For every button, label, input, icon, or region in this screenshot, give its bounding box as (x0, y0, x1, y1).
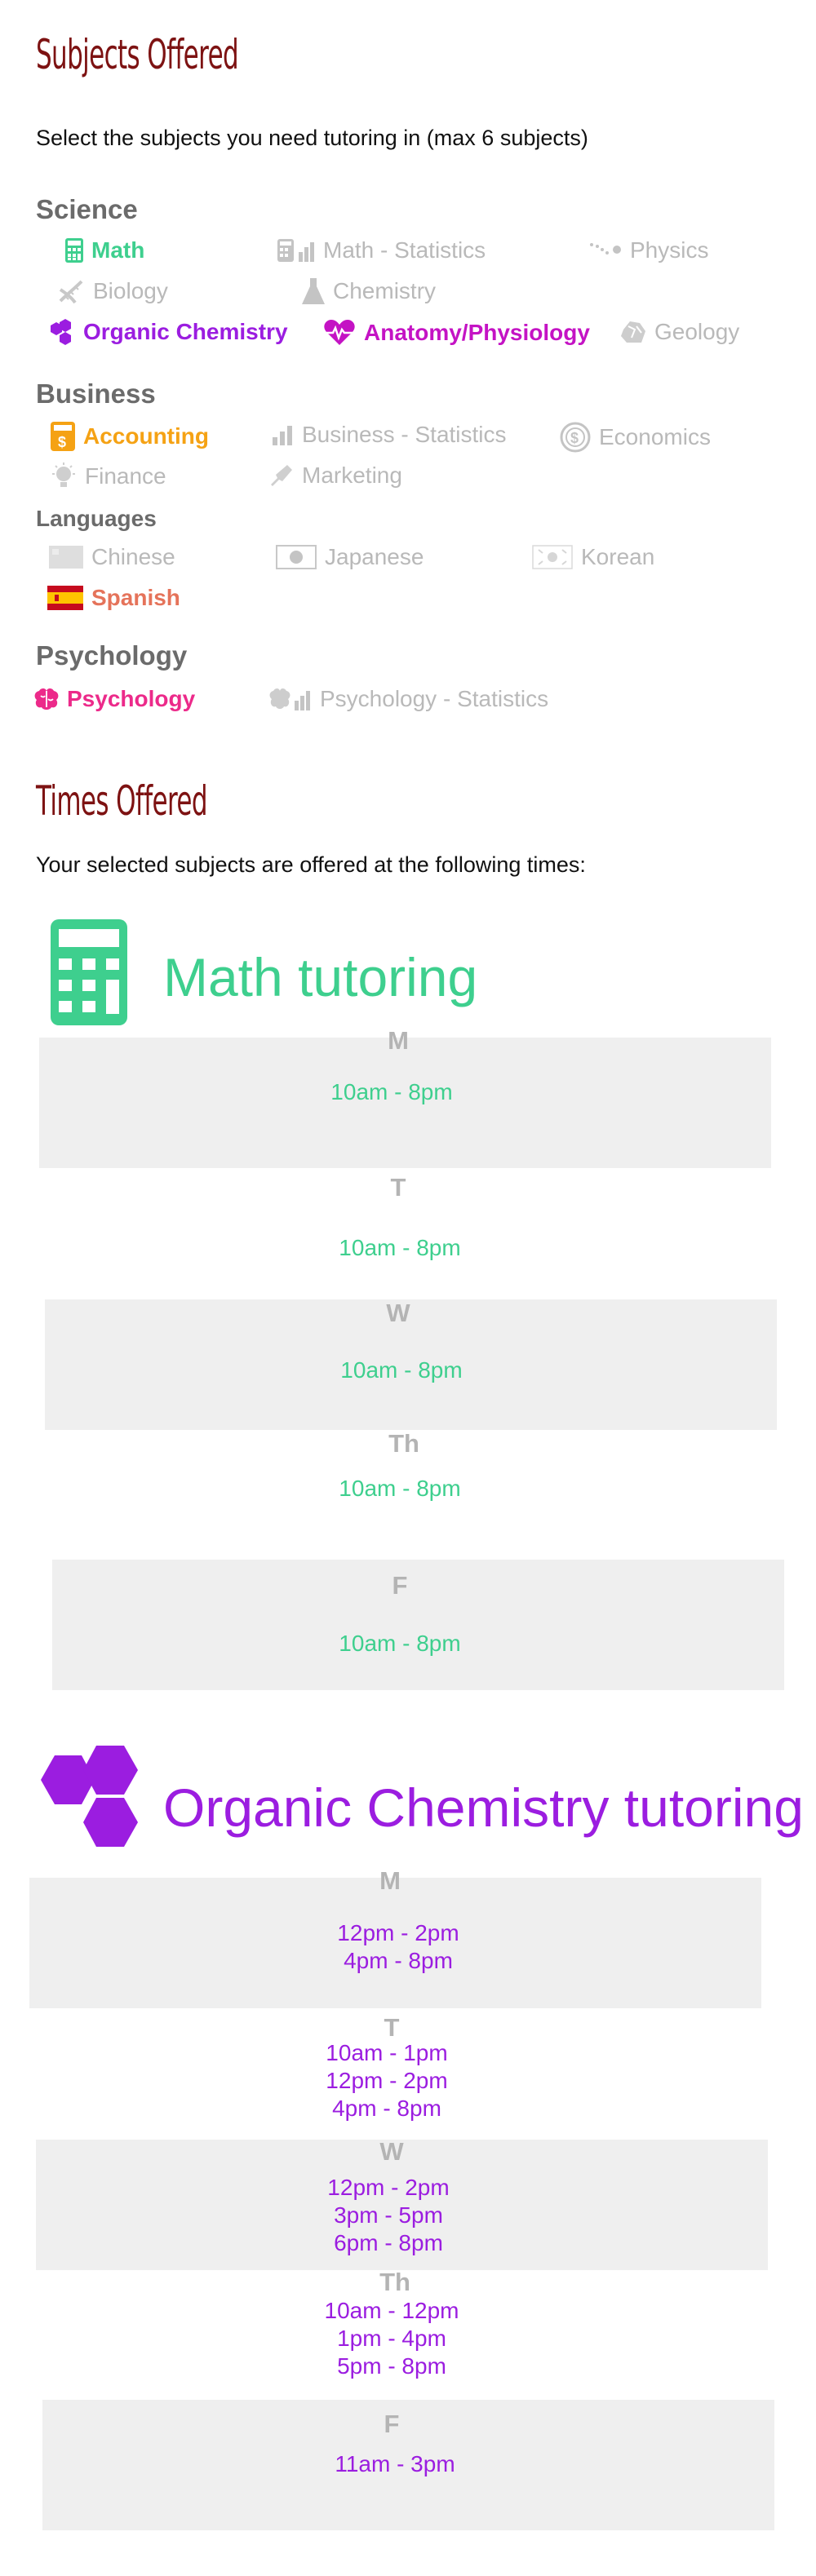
rock-icon (621, 321, 645, 343)
subject-business-statistics[interactable]: Business - Statistics (273, 422, 507, 448)
ochem-day-label: F (384, 2410, 400, 2438)
subject-chemistry[interactable]: Chemistry (302, 278, 436, 304)
svg-text:$: $ (58, 434, 66, 450)
ochem-time-slot: 4pm - 8pm (332, 2096, 441, 2121)
brain-chart-icon (269, 688, 310, 710)
subject-math[interactable]: Math (65, 237, 144, 263)
ochem-card-title: Organic Chemistry tutoring (163, 1777, 804, 1838)
hexagons-icon (41, 1746, 138, 1847)
ochem-time-slot: 12pm - 2pm (326, 2068, 448, 2093)
math-day-label: T (390, 1173, 406, 1202)
ochem-time-slot: 5pm - 8pm (337, 2353, 446, 2379)
math-day-label: Th (388, 1429, 419, 1458)
subject-label: Accounting (83, 423, 209, 449)
subject-label: Business - Statistics (302, 422, 507, 447)
subject-geology[interactable]: Geology (620, 319, 739, 345)
subject-spanish[interactable]: Spanish (47, 585, 180, 611)
ochem-day-label: W (379, 2137, 404, 2166)
category-psychology: Psychology (36, 640, 188, 671)
megaphone-icon (271, 465, 292, 486)
times-intro: Your selected subjects are offered at th… (36, 852, 586, 877)
subject-marketing[interactable]: Marketing (269, 463, 402, 489)
subject-label: Chemistry (333, 278, 437, 303)
ochem-day-label: Th (379, 2268, 410, 2296)
subject-accounting[interactable]: $ Accounting (51, 422, 209, 451)
calculator-icon (65, 238, 83, 263)
math-day-label: W (386, 1299, 410, 1327)
category-science: Science (36, 194, 138, 224)
ochem-time-slot: 11am - 3pm (335, 2451, 455, 2476)
subject-label: Marketing (302, 463, 402, 488)
subject-economics[interactable]: $ Economics (560, 422, 711, 453)
math-day-label: M (388, 1026, 409, 1055)
subject-korean[interactable]: Korean (532, 544, 654, 570)
subject-label: Math - Statistics (323, 237, 486, 263)
ochem-time-slot: 3pm - 5pm (334, 2202, 443, 2228)
calculator-dollar-icon: $ (51, 422, 75, 451)
ochem-time-slot: 1pm - 4pm (337, 2326, 446, 2351)
ochem-time-slot: 6pm - 8pm (334, 2230, 443, 2255)
subject-label: Math (91, 237, 145, 263)
category-business: Business (36, 378, 156, 409)
subject-psychology-statistics[interactable]: Psychology - Statistics (269, 686, 548, 712)
math-time-slot: 10am - 8pm (340, 1357, 463, 1383)
flask-icon (302, 278, 325, 304)
china-flag-icon (49, 546, 83, 569)
subject-anatomy[interactable]: Anatomy/Physiology (323, 319, 590, 347)
subject-biology[interactable]: Biology (57, 278, 168, 304)
subject-japanese[interactable]: Japanese (276, 544, 424, 570)
subject-psychology[interactable]: Psychology (34, 686, 195, 712)
math-time-slot: 10am - 8pm (330, 1079, 453, 1104)
projectile-dots-icon (590, 243, 621, 255)
subject-organic-chemistry[interactable]: Organic Chemistry (46, 319, 288, 345)
math-time-slot: 10am - 8pm (339, 1631, 461, 1656)
math-card-title: Math tutoring (163, 947, 478, 1007)
subject-label: Spanish (91, 585, 180, 610)
subject-chinese[interactable]: Chinese (49, 544, 175, 570)
ochem-time-slot: 12pm - 2pm (337, 1920, 459, 1945)
calculator-chart-icon (277, 239, 314, 262)
ochem-time-slot: 4pm - 8pm (344, 1948, 453, 1973)
subject-finance[interactable]: Finance (51, 463, 166, 490)
subject-label: Physics (630, 237, 709, 263)
subject-label: Finance (85, 463, 166, 489)
heartbeat-icon (324, 320, 355, 345)
subject-label: Psychology - Statistics (320, 686, 549, 711)
subject-label: Geology (654, 319, 740, 344)
math-day-label: F (392, 1571, 408, 1600)
times-title: Times Offered (36, 777, 208, 825)
brain-icon (34, 688, 59, 710)
subjects-title: Subjects Offered (36, 31, 239, 78)
japan-flag-icon (276, 545, 317, 569)
lightbulb-icon (52, 463, 75, 487)
math-time-slot: 10am - 8pm (339, 1476, 461, 1501)
subject-label: Anatomy/Physiology (364, 320, 590, 345)
ochem-day-label: M (379, 1866, 401, 1895)
ochem-time-slot: 10am - 1pm (326, 2040, 448, 2065)
category-languages: Languages (36, 506, 157, 531)
subject-label: Psychology (67, 686, 196, 711)
svg-text:$: $ (570, 430, 579, 446)
subject-label: Economics (599, 424, 711, 449)
hexagons-icon (51, 319, 71, 345)
ochem-time-slot: 12pm - 2pm (327, 2175, 450, 2200)
dna-icon (59, 280, 83, 304)
subject-label: Japanese (325, 544, 424, 569)
spain-flag-icon (47, 586, 83, 610)
subject-label: Chinese (91, 544, 175, 569)
math-time-slot: 10am - 8pm (339, 1235, 461, 1260)
subject-label: Korean (581, 544, 655, 569)
korea-flag-icon (532, 545, 573, 569)
bar-chart-icon (273, 426, 292, 445)
subjects-intro: Select the subjects you need tutoring in… (36, 126, 588, 150)
subject-physics[interactable]: Physics (589, 237, 708, 263)
ochem-day-label: T (384, 2013, 400, 2042)
subject-label: Organic Chemistry (83, 319, 288, 344)
dollar-coin-icon: $ (560, 422, 591, 453)
subject-label: Biology (93, 278, 168, 303)
ochem-time-slot: 10am - 12pm (324, 2298, 459, 2323)
calculator-icon (51, 919, 127, 1025)
subject-math-statistics[interactable]: Math - Statistics (277, 237, 486, 263)
